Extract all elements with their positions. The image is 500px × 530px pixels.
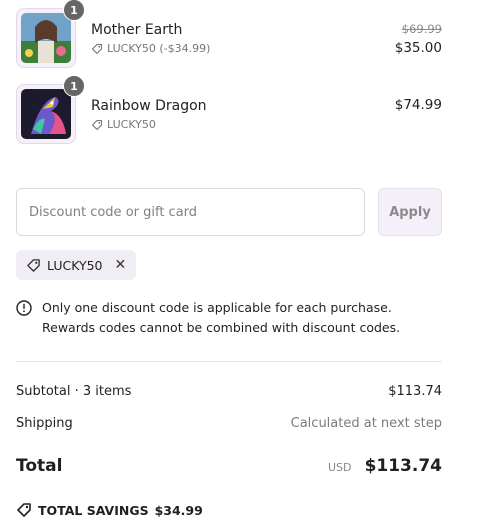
applied-discount: LUCKY50 (-$34.99) — [91, 42, 210, 55]
applied-code-label: LUCKY50 — [47, 257, 103, 273]
notice-line-1: Only one discount code is applicable for… — [42, 300, 392, 315]
price-block: $69.99 $35.00 — [395, 22, 442, 56]
applied-code-chip: LUCKY50 ✕ — [16, 250, 137, 280]
product-thumbnail: 1 — [16, 75, 85, 144]
discount-code-input[interactable] — [16, 188, 365, 236]
discount-code-label: LUCKY50 — [107, 118, 156, 131]
subtotal-row: Subtotal · 3 items $113.74 — [16, 384, 442, 399]
original-price: $69.99 — [401, 22, 442, 36]
quantity-badge: 1 — [63, 75, 85, 97]
product-name: Rainbow Dragon — [91, 98, 207, 114]
quantity-badge: 1 — [63, 0, 85, 21]
total-amount-block: USD $113.74 — [328, 456, 442, 476]
savings-value: $34.99 — [154, 502, 203, 518]
applied-discount: LUCKY50 — [91, 118, 156, 131]
total-savings: TOTAL SAVINGS $34.99 — [16, 502, 203, 518]
discounted-price: $35.00 — [394, 40, 442, 56]
remove-code-icon[interactable]: ✕ — [115, 257, 127, 273]
product-price: $74.99 — [394, 97, 442, 113]
tag-icon — [17, 503, 31, 517]
shipping-label: Shipping — [16, 416, 73, 431]
product-thumbnail: 1 — [16, 0, 85, 68]
line-item-mother-earth: 1 Mother Earth LUCKY50 (-$34.99) $69.99 … — [16, 0, 442, 72]
price-block: $74.99 — [395, 97, 442, 113]
savings-label: TOTAL SAVINGS — [38, 502, 149, 518]
notice-text: Only one discount code is applicable for… — [42, 298, 400, 338]
subtotal-value: $113.74 — [388, 384, 442, 399]
tag-icon — [91, 43, 103, 54]
product-name: Mother Earth — [91, 22, 183, 38]
shipping-row: Shipping Calculated at next step — [16, 416, 442, 431]
currency-code: USD — [327, 461, 352, 474]
apply-button[interactable]: Apply — [378, 188, 442, 236]
alert-circle-icon — [16, 300, 32, 316]
rainbow-dragon-image — [21, 89, 71, 139]
total-value: $113.74 — [364, 456, 442, 476]
total-row: Total USD $113.74 — [16, 456, 442, 476]
subtotal-label: Subtotal · 3 items — [16, 384, 132, 399]
mother-earth-image — [21, 13, 71, 63]
notice-line-2: Rewards codes cannot be combined with di… — [42, 320, 401, 335]
line-item-rainbow-dragon: 1 Rainbow Dragon LUCKY50 $74.99 — [16, 75, 442, 148]
divider — [16, 361, 442, 362]
discount-code-label: LUCKY50 (-$34.99) — [107, 42, 211, 55]
shipping-value: Calculated at next step — [290, 416, 442, 431]
tag-icon — [27, 258, 40, 272]
tag-icon — [91, 119, 103, 130]
total-label: Total — [16, 456, 63, 476]
